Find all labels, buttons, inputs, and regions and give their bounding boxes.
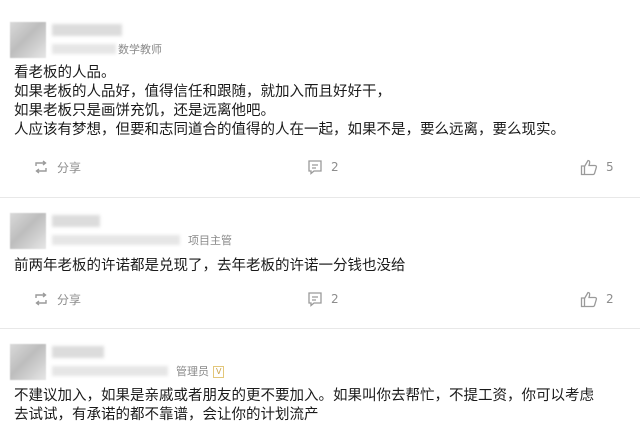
like-count: 5 bbox=[606, 160, 614, 174]
comment-line: 看老板的人品。 bbox=[14, 65, 116, 81]
thumbs-up-icon bbox=[580, 291, 598, 307]
share-icon bbox=[35, 292, 47, 306]
username-blurred[interactable] bbox=[52, 215, 100, 227]
comment-header: 项目主管 bbox=[10, 213, 310, 249]
separator bbox=[0, 328, 640, 329]
user-role: 管理员 V bbox=[176, 363, 225, 379]
comment-line: 去试试，有承诺的都不靠谱，会让你的计划流产 bbox=[14, 407, 319, 423]
share-label: 分享 bbox=[57, 160, 82, 175]
comment-text: 看老板的人品。 如果老板的人品好，值得信任和跟随，就加入而且好好干， 如果老板只… bbox=[14, 64, 634, 140]
user-role-text: 管理员 bbox=[176, 365, 209, 378]
user-title-blurred bbox=[52, 44, 116, 54]
comment-text: 不建议加入，如果是亲戚或者朋友的更不要加入。如果叫你去帮忙，不提工资，你可以考虑… bbox=[14, 387, 634, 425]
share-icon bbox=[35, 160, 47, 174]
comment-header: 数学教师 bbox=[10, 22, 310, 58]
user-title-blurred bbox=[52, 235, 180, 245]
comment-header: 管理员 V bbox=[10, 344, 310, 380]
user-title-blurred bbox=[52, 366, 168, 376]
comment-text: 前两年老板的许诺都是兑现了，去年老板的许诺一分钱也没给 bbox=[14, 257, 634, 276]
comment-line: 如果老板的人品好，值得信任和跟随，就加入而且好好干， bbox=[14, 84, 391, 100]
like-count: 2 bbox=[606, 292, 614, 306]
username-blurred[interactable] bbox=[52, 24, 122, 36]
username-blurred[interactable] bbox=[52, 346, 104, 358]
comment-icon bbox=[308, 160, 322, 175]
avatar[interactable] bbox=[10, 344, 46, 380]
comment-button[interactable]: 2 bbox=[307, 288, 339, 310]
comment-icon bbox=[308, 292, 322, 307]
avatar[interactable] bbox=[10, 213, 46, 249]
comment-actions: 分享 2 5 bbox=[0, 156, 640, 178]
user-role: 项目主管 bbox=[188, 234, 232, 247]
comment-button[interactable]: 2 bbox=[307, 156, 339, 178]
comment-count: 2 bbox=[331, 160, 339, 174]
verified-badge: V bbox=[213, 366, 225, 378]
comment-line: 人应该有梦想，但要和志同道合的值得的人在一起，如果不是，要么远离，要么现实。 bbox=[14, 122, 565, 138]
like-button[interactable]: 2 bbox=[580, 288, 614, 310]
share-button[interactable]: 分享 bbox=[33, 288, 81, 310]
comment-line: 前两年老板的许诺都是兑现了，去年老板的许诺一分钱也没给 bbox=[14, 258, 406, 274]
comment-line: 如果老板只是画饼充饥，还是远离他吧。 bbox=[14, 103, 275, 119]
comment-actions: 分享 2 2 bbox=[0, 288, 640, 310]
share-button[interactable]: 分享 bbox=[33, 156, 81, 178]
thumbs-up-icon bbox=[580, 159, 598, 175]
user-role: 数学教师 bbox=[118, 43, 162, 56]
comment-count: 2 bbox=[331, 292, 339, 306]
comment-line: 不建议加入，如果是亲戚或者朋友的更不要加入。如果叫你去帮忙，不提工资，你可以考虑 bbox=[14, 388, 594, 404]
like-button[interactable]: 5 bbox=[580, 156, 614, 178]
avatar[interactable] bbox=[10, 22, 46, 58]
share-label: 分享 bbox=[57, 292, 82, 307]
separator bbox=[0, 197, 640, 198]
